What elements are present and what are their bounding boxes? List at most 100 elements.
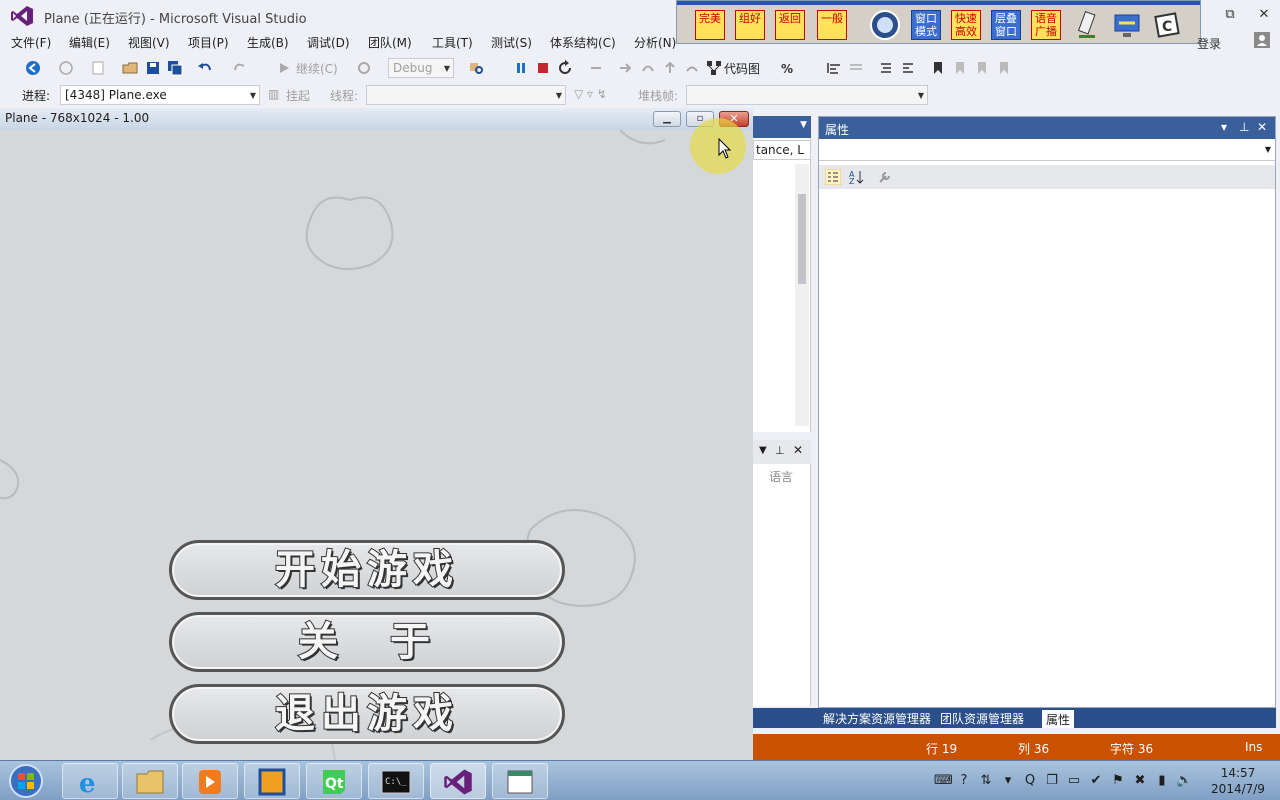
- scrollbar-thumb[interactable]: [798, 194, 806, 284]
- save-icon[interactable]: [145, 60, 161, 76]
- stackframe-select[interactable]: ▼: [686, 85, 928, 105]
- uncomment-icon[interactable]: [900, 60, 916, 76]
- alphabetical-icon[interactable]: AZ: [849, 169, 865, 185]
- flag-icon[interactable]: ⚑: [1110, 773, 1126, 789]
- taskbar-ie[interactable]: e: [62, 763, 118, 799]
- ext-button-perfect[interactable]: 完美: [695, 10, 725, 40]
- process-select[interactable]: [4348] Plane.exe ▼: [60, 85, 260, 105]
- continue-icon[interactable]: [276, 60, 292, 76]
- stop-debugging-icon[interactable]: [535, 60, 551, 76]
- exit-game-button[interactable]: 退出游戏: [169, 684, 565, 744]
- property-pages-icon[interactable]: [877, 169, 893, 185]
- tab-solution-explorer[interactable]: 解决方案资源管理器: [819, 710, 935, 727]
- ext-button-fast[interactable]: 快速高效: [951, 10, 981, 40]
- about-button[interactable]: 关 于: [169, 612, 565, 672]
- menu-project[interactable]: 项目(P): [188, 34, 229, 51]
- chevron-down-icon[interactable]: ▼: [759, 445, 767, 456]
- bookmark-icon[interactable]: [930, 60, 946, 76]
- account-icon[interactable]: [1254, 32, 1270, 48]
- thread-select[interactable]: ▼: [366, 85, 566, 105]
- menu-tools[interactable]: 工具(T): [432, 34, 473, 51]
- new-project-icon[interactable]: [90, 60, 106, 76]
- clear-bookmarks-icon[interactable]: [996, 60, 1012, 76]
- taskbar-visual-studio[interactable]: [430, 763, 486, 799]
- ext-button-cascade[interactable]: 层叠窗口: [991, 10, 1021, 40]
- prev-bookmark-icon[interactable]: [952, 60, 968, 76]
- find-icon[interactable]: [468, 60, 484, 76]
- menu-team[interactable]: 团队(M): [368, 34, 412, 51]
- volume-icon[interactable]: 🔈: [1176, 773, 1192, 789]
- chevron-down-icon[interactable]: ▼: [800, 120, 807, 130]
- align-right-icon[interactable]: [848, 60, 864, 76]
- eraser-icon[interactable]: [1071, 9, 1103, 41]
- step-into-icon[interactable]: [617, 60, 633, 76]
- start-game-button[interactable]: 开始游戏: [169, 540, 565, 600]
- redo-icon[interactable]: [232, 60, 248, 76]
- game-minimize-button[interactable]: ▁: [653, 111, 681, 127]
- keyboard-icon[interactable]: ⌨: [934, 773, 953, 789]
- ext-button-voice[interactable]: 语音广播: [1031, 10, 1061, 40]
- game-canvas[interactable]: 开始游戏 关 于 退出游戏: [0, 130, 753, 760]
- navigate-forward-icon[interactable]: [58, 60, 74, 76]
- ext-button-window-mode[interactable]: 窗口模式: [911, 10, 941, 40]
- network-icon[interactable]: ⇅: [978, 773, 994, 789]
- menu-architecture[interactable]: 体系结构(C): [550, 34, 616, 51]
- vertical-scrollbar[interactable]: [795, 164, 809, 426]
- taskbar-console[interactable]: C:\_: [368, 763, 424, 799]
- help-icon[interactable]: ?: [956, 773, 972, 789]
- menu-test[interactable]: 测试(S): [491, 34, 532, 51]
- tray-expand-icon[interactable]: ▾: [1000, 773, 1016, 789]
- menu-file[interactable]: 文件(F): [11, 34, 51, 51]
- close-icon[interactable]: ✕: [793, 443, 803, 457]
- tab-properties[interactable]: 属性: [1042, 710, 1075, 728]
- close-window-button[interactable]: ✕: [1254, 5, 1274, 25]
- code-map-icon[interactable]: [706, 60, 722, 76]
- menu-build[interactable]: 生成(B): [247, 34, 289, 51]
- system-clock[interactable]: 14:57 2014/7/9: [1200, 765, 1276, 797]
- save-all-icon[interactable]: [167, 60, 183, 76]
- suspend-label[interactable]: 挂起: [286, 87, 310, 104]
- continue-label[interactable]: 继续(C): [296, 60, 338, 77]
- security-icon[interactable]: ✔: [1088, 773, 1104, 789]
- menu-edit[interactable]: 编辑(E): [69, 34, 110, 51]
- properties-object-select[interactable]: ▼: [819, 141, 1275, 161]
- menu-analyze[interactable]: 分析(N): [634, 34, 676, 51]
- show-next-statement-icon[interactable]: [588, 60, 604, 76]
- close-icon[interactable]: ✕: [1257, 120, 1267, 134]
- open-file-icon[interactable]: [122, 60, 138, 76]
- undo-icon[interactable]: [197, 60, 213, 76]
- ext-button-normal[interactable]: 一般: [817, 10, 847, 40]
- tab-team-explorer[interactable]: 团队资源管理器: [936, 710, 1028, 727]
- monitor-off-icon[interactable]: ✖: [1132, 773, 1148, 789]
- start-button-icon[interactable]: [6, 763, 46, 799]
- hex-icon[interactable]: %: [780, 60, 796, 76]
- ext-button-group[interactable]: 组好: [735, 10, 765, 40]
- capture-icon[interactable]: C: [1151, 9, 1183, 41]
- member-select[interactable]: tance, L: [753, 140, 811, 160]
- restart-icon[interactable]: [356, 60, 372, 76]
- pin-icon[interactable]: ⊥: [775, 444, 785, 457]
- taskbar-explorer[interactable]: [122, 763, 178, 799]
- restore-window-button[interactable]: ⧉: [1220, 5, 1240, 25]
- ext-button-back[interactable]: 返回: [775, 10, 805, 40]
- categorized-icon[interactable]: [825, 169, 841, 185]
- step-over-icon[interactable]: [640, 60, 656, 76]
- taskbar-virtualbox[interactable]: [244, 763, 300, 799]
- display-icon[interactable]: ▭: [1066, 773, 1082, 789]
- menu-view[interactable]: 视图(V): [128, 34, 170, 51]
- clipboard-icon[interactable]: ❐: [1044, 773, 1060, 789]
- taskbar-game-window[interactable]: [492, 763, 548, 799]
- next-bookmark-icon[interactable]: [974, 60, 990, 76]
- power-icon[interactable]: ▮: [1154, 773, 1170, 789]
- taskbar-media-player[interactable]: [182, 763, 238, 799]
- hex-display-icon[interactable]: [684, 60, 700, 76]
- taskbar-qt[interactable]: Qt: [306, 763, 362, 799]
- solution-config-select[interactable]: Debug ▼: [388, 58, 454, 78]
- navigate-back-icon[interactable]: [25, 60, 41, 76]
- restart-debugging-icon[interactable]: [557, 60, 573, 76]
- qq-icon[interactable]: Q: [1022, 773, 1038, 789]
- menu-debug[interactable]: 调试(D): [307, 34, 350, 51]
- comment-icon[interactable]: [878, 60, 894, 76]
- pen-circle-icon[interactable]: [869, 9, 901, 41]
- code-map-label[interactable]: 代码图: [724, 60, 760, 77]
